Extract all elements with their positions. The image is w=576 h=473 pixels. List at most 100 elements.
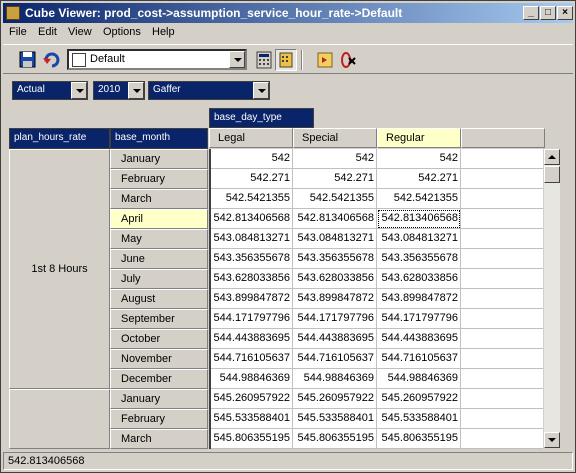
status-bar: 542.813406568 (3, 452, 573, 470)
menu-file[interactable]: File (9, 26, 27, 38)
data-cell[interactable]: 545.533588401 (293, 409, 377, 429)
row-group-first-8-hours[interactable]: 1st 8 Hours (9, 149, 110, 389)
minimize-button[interactable]: _ (523, 6, 539, 20)
row-label-month[interactable]: May (110, 229, 208, 249)
zero-out-icon[interactable] (337, 49, 359, 71)
data-cell[interactable]: 545.806355195 (293, 429, 377, 449)
scroll-up-button[interactable] (544, 149, 560, 165)
data-cell[interactable]: 544.443883695 (211, 329, 293, 349)
row-label-month[interactable]: October (110, 329, 208, 349)
data-cell[interactable]: 542 (293, 149, 377, 169)
data-cell[interactable]: 544.98846369 (293, 369, 377, 389)
data-cell[interactable]: 543.356355678 (211, 249, 293, 269)
row-label-month[interactable]: March (110, 429, 208, 449)
data-cell[interactable]: 542.5421355 (211, 189, 293, 209)
menu-view[interactable]: View (68, 26, 92, 38)
menu-help[interactable]: Help (152, 26, 175, 38)
data-cell[interactable]: 544.716105637 (377, 349, 461, 369)
row-label-month[interactable]: April (110, 209, 208, 229)
data-cell[interactable]: 545.533588401 (211, 409, 293, 429)
row-label-month[interactable]: September (110, 309, 208, 329)
column-dimension-header[interactable]: base_day_type (209, 108, 314, 128)
row-dimension-header-rate[interactable]: plan_hours_rate (9, 128, 110, 149)
recalculate-icon[interactable] (41, 49, 63, 71)
empty-cell (461, 389, 543, 409)
version-value: Actual (17, 84, 45, 95)
data-cell[interactable]: 542.5421355 (293, 189, 377, 209)
data-cell[interactable]: 543.628033856 (377, 269, 461, 289)
data-cell[interactable]: 544.98846369 (211, 369, 293, 389)
vertical-scrollbar[interactable] (544, 149, 560, 448)
data-cell[interactable]: 544.171797796 (293, 309, 377, 329)
save-icon[interactable] (17, 49, 39, 71)
row-label-month[interactable]: June (110, 249, 208, 269)
data-cell[interactable]: 542.813406568 (211, 209, 293, 229)
row-label-month[interactable]: November (110, 349, 208, 369)
row-label-month[interactable]: December (110, 369, 208, 389)
row-label-month[interactable]: August (110, 289, 208, 309)
data-cell[interactable]: 545.806355195 (211, 429, 293, 449)
calculator-icon[interactable] (253, 49, 275, 71)
data-cell[interactable]: 544.98846369 (377, 369, 461, 389)
data-cell[interactable]: 543.084813271 (293, 229, 377, 249)
data-cell[interactable]: 542.5421355 (377, 189, 461, 209)
row-group-next[interactable] (9, 389, 110, 449)
data-cell[interactable]: 542 (377, 149, 461, 169)
data-cell[interactable]: 544.171797796 (211, 309, 293, 329)
empty-cell (461, 149, 543, 169)
position-dropdown-button[interactable] (253, 82, 269, 99)
data-cell[interactable]: 544.716105637 (293, 349, 377, 369)
data-cell[interactable]: 543.628033856 (293, 269, 377, 289)
menu-edit[interactable]: Edit (38, 26, 57, 38)
data-cell[interactable]: 543.356355678 (377, 249, 461, 269)
data-cell[interactable]: 542.271 (293, 169, 377, 189)
empty-cell (461, 249, 543, 269)
menu-options[interactable]: Options (103, 26, 141, 38)
data-cell[interactable]: 544.171797796 (377, 309, 461, 329)
data-cell[interactable]: 545.806355195 (377, 429, 461, 449)
data-cell[interactable]: 543.899847872 (293, 289, 377, 309)
close-button[interactable]: × (557, 6, 573, 20)
row-dimension-header-month[interactable]: base_month (110, 128, 208, 149)
data-cell[interactable]: 543.356355678 (293, 249, 377, 269)
title-bar[interactable]: Cube Viewer: prod_cost->assumption_servi… (3, 3, 573, 23)
row-label-month[interactable]: February (110, 409, 208, 429)
data-cell[interactable]: 545.260957922 (377, 389, 461, 409)
row-label-month[interactable]: March (110, 189, 208, 209)
version-select[interactable]: Actual (12, 81, 88, 100)
data-cell[interactable]: 543.899847872 (211, 289, 293, 309)
column-header-special[interactable]: Special (293, 128, 377, 148)
view-select[interactable]: Default (67, 49, 247, 70)
data-cell[interactable]: 544.443883695 (293, 329, 377, 349)
data-cell[interactable]: 544.443883695 (377, 329, 461, 349)
version-dropdown-button[interactable] (71, 82, 87, 99)
year-dropdown-button[interactable] (128, 82, 144, 99)
view-dropdown-button[interactable] (229, 51, 245, 68)
maximize-button[interactable]: □ (540, 6, 556, 20)
data-cell[interactable]: 542.813406568 (293, 209, 377, 229)
column-header-regular[interactable]: Regular (377, 128, 461, 148)
data-cell[interactable]: 543.899847872 (377, 289, 461, 309)
data-cell[interactable]: 545.533588401 (377, 409, 461, 429)
year-select[interactable]: 2010 (93, 81, 145, 100)
row-label-month[interactable]: January (110, 149, 208, 169)
scroll-thumb[interactable] (544, 166, 560, 183)
data-cell[interactable]: 542 (211, 149, 293, 169)
data-cell[interactable]: 543.084813271 (211, 229, 293, 249)
data-cell[interactable]: 545.260957922 (211, 389, 293, 409)
row-label-month[interactable]: February (110, 169, 208, 189)
data-cell[interactable]: 542.813406568 (377, 209, 461, 229)
data-cell[interactable]: 543.628033856 (211, 269, 293, 289)
row-label-month[interactable]: July (110, 269, 208, 289)
data-cell[interactable]: 542.271 (211, 169, 293, 189)
automatic-recalc-icon[interactable] (275, 49, 297, 71)
scroll-down-button[interactable] (544, 432, 560, 448)
position-select[interactable]: Gaffer (148, 81, 270, 100)
data-cell[interactable]: 544.716105637 (211, 349, 293, 369)
data-cell[interactable]: 543.084813271 (377, 229, 461, 249)
data-cell[interactable]: 545.260957922 (293, 389, 377, 409)
column-header-legal[interactable]: Legal (209, 128, 293, 148)
export-icon[interactable] (315, 49, 337, 71)
row-label-month[interactable]: January (110, 389, 208, 409)
data-cell[interactable]: 542.271 (377, 169, 461, 189)
